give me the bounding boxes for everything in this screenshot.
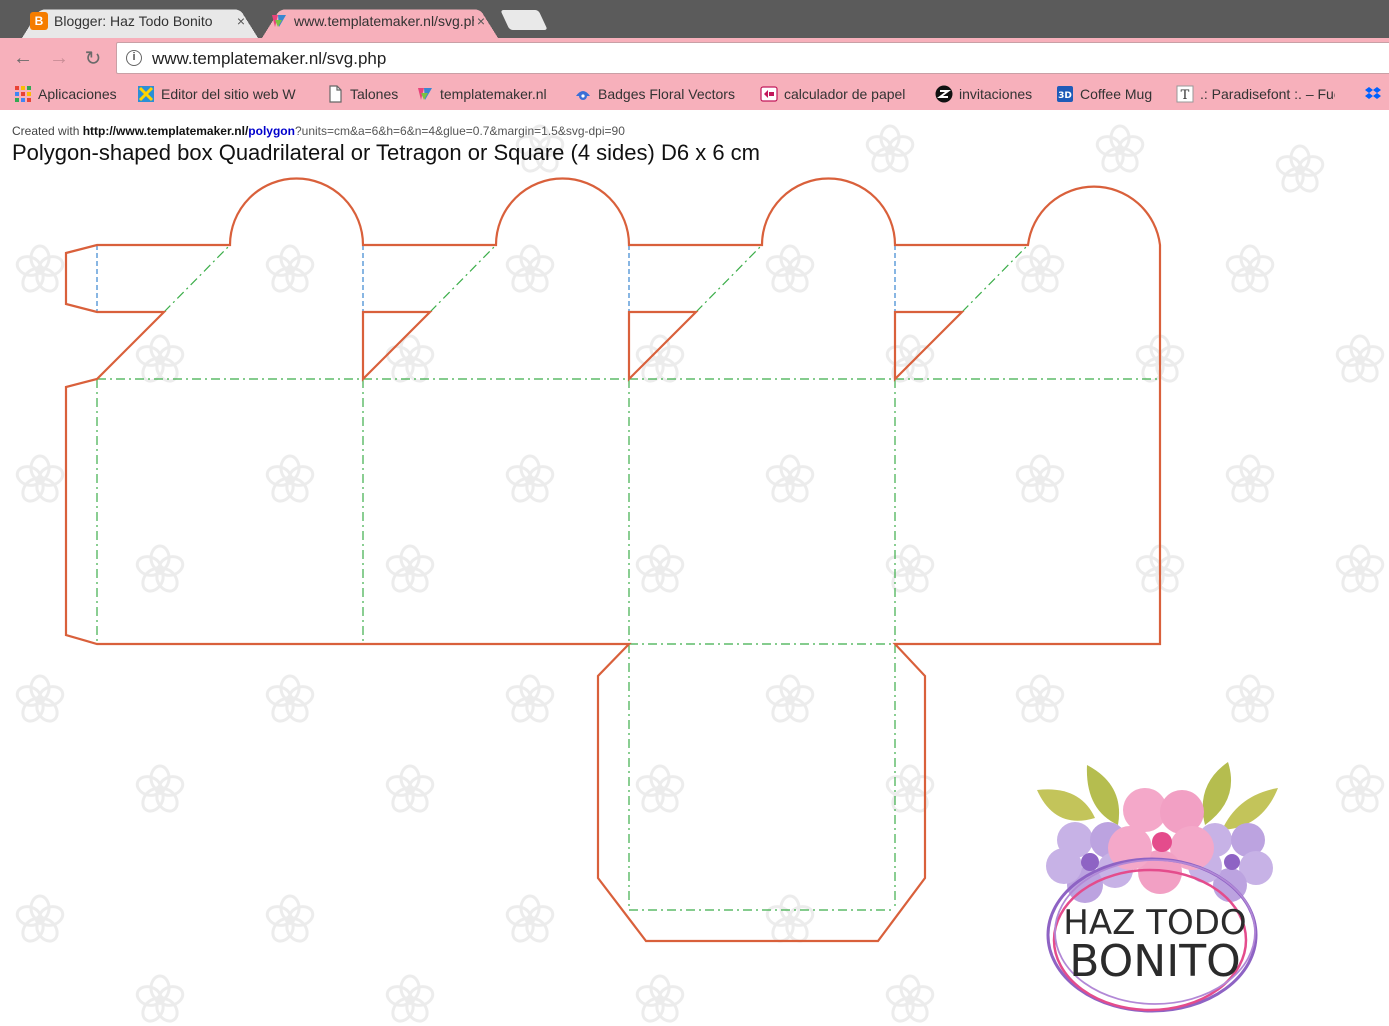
invitaciones-icon bbox=[935, 85, 953, 103]
page-title: Polygon-shaped box Quadrilateral or Tetr… bbox=[12, 140, 760, 165]
bookmark-coffee-mug[interactable]: 3D Coffee Mug bbox=[1056, 84, 1152, 104]
info-icon[interactable]: i bbox=[126, 50, 142, 66]
bookmarks-bar: Aplicaciones Editor del sitio web W Talo… bbox=[0, 78, 1389, 110]
tab-title: Blogger: Haz Todo Bonito bbox=[54, 13, 213, 29]
bookmark-label: Editor del sitio web W bbox=[161, 86, 296, 102]
watermark-pattern bbox=[13, 124, 1387, 1026]
address-bar[interactable]: i www.templatemaker.nl/svg.php bbox=[116, 42, 1389, 74]
editor-icon bbox=[137, 85, 155, 103]
bookmark-label: Coffee Mug bbox=[1080, 86, 1153, 102]
forward-arrow-icon: → bbox=[49, 46, 69, 69]
svg-text:3D: 3D bbox=[1058, 91, 1072, 101]
badges-icon bbox=[574, 85, 592, 103]
cut-lines bbox=[64, 177, 1162, 943]
page-icon bbox=[326, 85, 344, 103]
back-button[interactable]: ← bbox=[11, 46, 35, 70]
created-with-line: Created with http://www.templatemaker.nl… bbox=[12, 124, 625, 138]
bookmark-talones[interactable]: Talones bbox=[326, 84, 398, 104]
bookmark-paradisefont[interactable]: T .: Paradisefont :. – Fue bbox=[1176, 84, 1335, 104]
reload-button[interactable]: ↻ bbox=[81, 46, 105, 70]
back-arrow-icon: ← bbox=[13, 46, 33, 69]
new-tab-button[interactable] bbox=[500, 10, 548, 30]
bookmark-invitaciones[interactable]: invitaciones bbox=[935, 84, 1032, 104]
tab-blogger[interactable]: B Blogger: Haz Todo Bonito × bbox=[22, 4, 258, 38]
bookmark-label: Aplicaciones bbox=[38, 86, 117, 102]
close-icon[interactable]: × bbox=[234, 13, 248, 29]
mug-icon: 3D bbox=[1056, 85, 1074, 103]
toolbar: ← → ↻ i www.templatemaker.nl/svg.php bbox=[0, 38, 1389, 78]
glue-lines bbox=[96, 245, 896, 312]
tab-strip: B Blogger: Haz Todo Bonito × www.templat… bbox=[0, 0, 1389, 38]
bookmark-label: Talones bbox=[350, 86, 399, 102]
bookmark-dropbox[interactable] bbox=[1364, 84, 1388, 104]
created-prefix: Created with bbox=[12, 124, 83, 138]
templatemaker-icon bbox=[416, 85, 434, 103]
blogger-icon: B bbox=[30, 12, 48, 30]
bookmark-aplicaciones[interactable]: Aplicaciones bbox=[14, 84, 117, 104]
templatemaker-icon bbox=[270, 12, 288, 30]
forward-button[interactable]: → bbox=[47, 46, 71, 70]
url-text[interactable]: www.templatemaker.nl/svg.php bbox=[152, 49, 386, 69]
font-icon: T bbox=[1176, 85, 1194, 103]
calculator-icon bbox=[760, 85, 778, 103]
bookmark-label: calculador de papel bbox=[784, 86, 906, 102]
template-canvas: HAZ TODO BONITO bbox=[13, 124, 1387, 1026]
reload-icon: ↻ bbox=[84, 47, 102, 70]
bookmark-calculador[interactable]: calculador de papel bbox=[760, 84, 905, 104]
bookmark-label: templatemaker.nl bbox=[440, 86, 547, 102]
bookmark-templatemaker[interactable]: templatemaker.nl bbox=[416, 84, 547, 104]
tab-title: www.templatemaker.nl/svg.php bbox=[294, 13, 474, 29]
bookmark-label: invitaciones bbox=[959, 86, 1033, 102]
logo-line2: BONITO bbox=[1069, 936, 1240, 987]
bookmark-badges[interactable]: Badges Floral Vectors bbox=[574, 84, 735, 104]
created-query: ?units=cm&a=6&h=6&n=4&glue=0.7&margin=1.… bbox=[294, 124, 625, 138]
bookmark-label: .: Paradisefont :. – Fue bbox=[1200, 86, 1335, 102]
dropbox-icon bbox=[1364, 85, 1382, 103]
tab-templatemaker[interactable]: www.templatemaker.nl/svg.php × bbox=[262, 4, 498, 38]
svg-text:T: T bbox=[1181, 88, 1190, 103]
close-icon[interactable]: × bbox=[474, 13, 488, 29]
created-host-link[interactable]: http://www.templatemaker.nl/ bbox=[83, 124, 249, 138]
created-polygon-link[interactable]: polygon bbox=[248, 124, 295, 138]
haz-todo-bonito-logo: HAZ TODO BONITO bbox=[1037, 762, 1278, 1013]
bookmark-label: Badges Floral Vectors bbox=[598, 86, 735, 102]
apps-grid-icon bbox=[14, 85, 32, 103]
bookmark-editor[interactable]: Editor del sitio web W bbox=[137, 84, 296, 104]
page-content: HAZ TODO BONITO Created with http://www.… bbox=[0, 110, 1389, 1026]
